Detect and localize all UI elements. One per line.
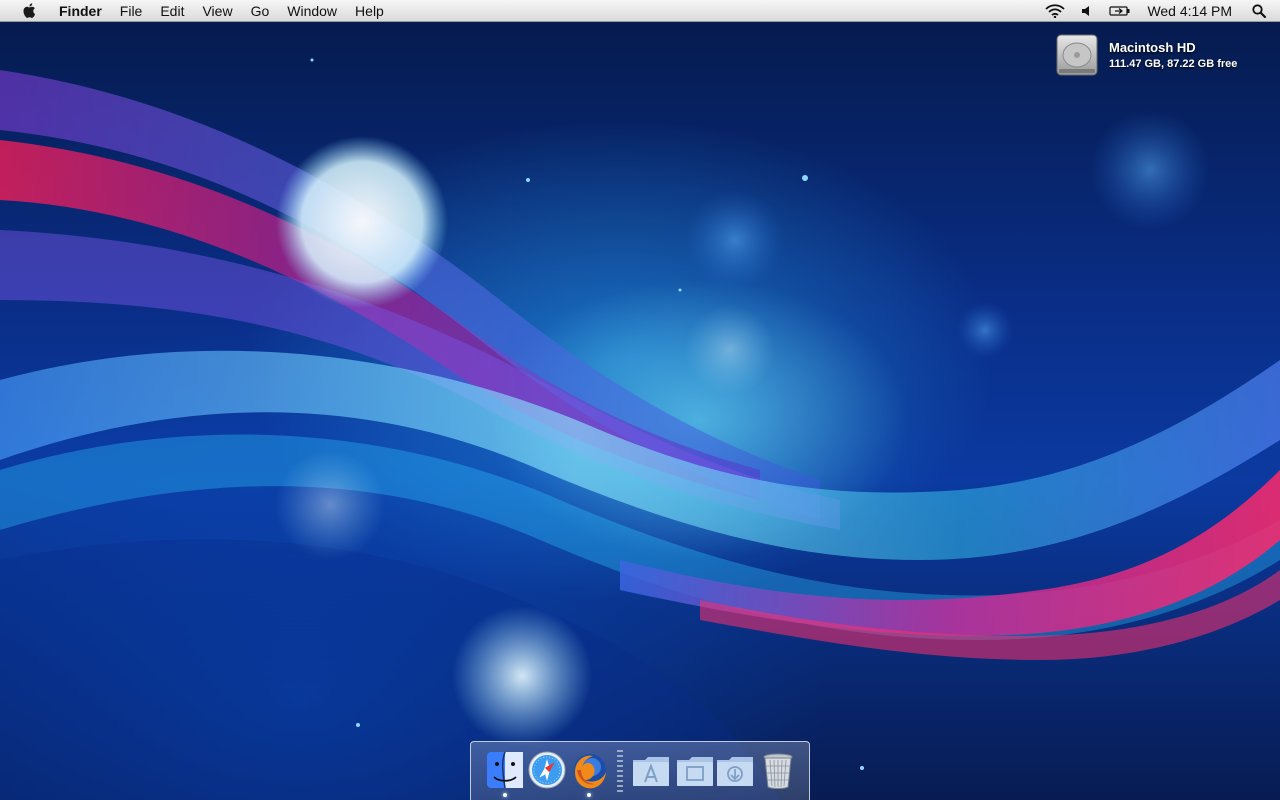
finder-running-indicator (503, 793, 507, 797)
wifi-icon (1045, 3, 1066, 18)
dock-trash[interactable] (758, 750, 798, 790)
dock-documents-stack[interactable] (675, 750, 715, 790)
apple-logo-icon (22, 3, 35, 18)
macintosh-hd-disk[interactable]: Macintosh HD 111.47 GB, 87.22 GB free (1054, 33, 1237, 79)
trash-icon (763, 753, 793, 789)
firefox-running-indicator (587, 793, 591, 797)
menu-window[interactable]: Window (278, 0, 346, 22)
desktop[interactable]: Macintosh HD 111.47 GB, 87.22 GB free (0, 0, 1280, 800)
apple-menu[interactable] (8, 0, 48, 22)
menu-edit[interactable]: Edit (151, 0, 193, 22)
applications-folder-icon (633, 757, 669, 786)
safari-icon (528, 751, 566, 789)
spotlight-search-icon (1252, 3, 1266, 18)
documents-folder-icon (677, 757, 713, 786)
hard-drive-icon (1056, 34, 1098, 76)
menu-view[interactable]: View (193, 0, 241, 22)
finder-icon (487, 751, 523, 789)
dock-applications-stack[interactable] (631, 750, 671, 790)
wallpaper (0, 58, 1280, 800)
battery-menu[interactable] (1101, 0, 1139, 22)
menu-go[interactable]: Go (242, 0, 279, 22)
menu-file[interactable]: File (111, 0, 152, 22)
dock-safari[interactable] (527, 750, 567, 790)
menu-app-finder[interactable]: Finder (50, 0, 111, 22)
firefox-icon (574, 754, 606, 789)
downloads-folder-icon (717, 757, 753, 786)
dock-separator (617, 750, 623, 792)
menu-bar: Finder File Edit View Go Window Help Wed… (0, 0, 1280, 22)
spotlight-menu[interactable] (1244, 0, 1270, 22)
volume-menu[interactable] (1073, 0, 1101, 22)
dock-firefox[interactable] (569, 750, 609, 790)
battery-icon (1109, 5, 1130, 16)
dock (470, 741, 810, 800)
menu-clock[interactable]: Wed 4:14 PM (1139, 0, 1244, 22)
volume-icon (1082, 5, 1090, 16)
wifi-menu[interactable] (1037, 0, 1073, 22)
dock-finder[interactable] (485, 750, 525, 790)
menu-help[interactable]: Help (346, 0, 393, 22)
disk-name: Macintosh HD (1109, 40, 1196, 55)
disk-info: 111.47 GB, 87.22 GB free (1109, 58, 1238, 70)
dock-downloads-stack[interactable] (715, 750, 755, 790)
